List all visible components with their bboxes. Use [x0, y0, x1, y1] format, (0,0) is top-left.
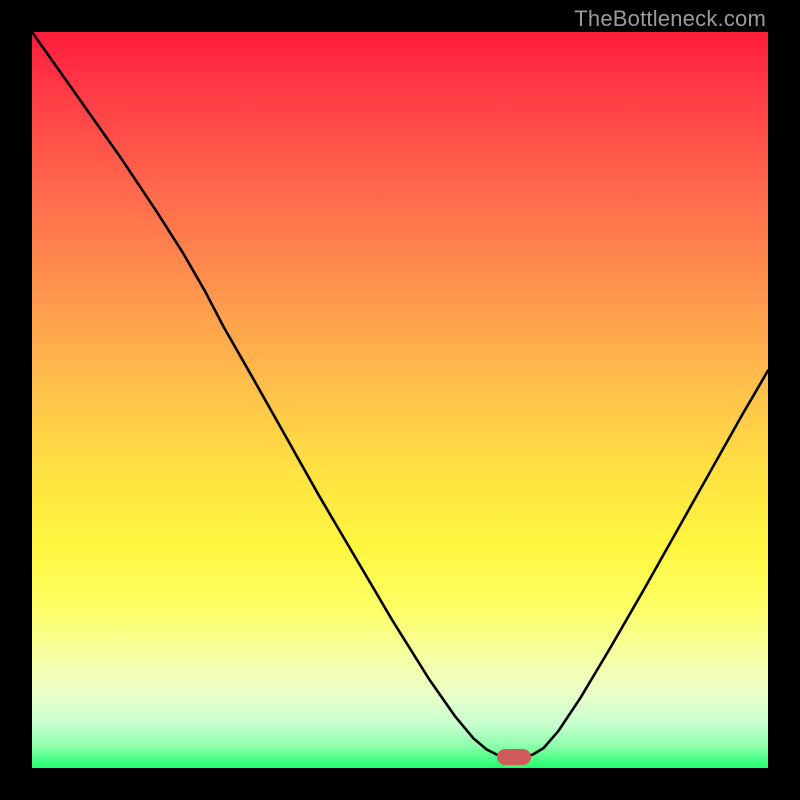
- plot-area: [32, 32, 768, 768]
- watermark-text: TheBottleneck.com: [574, 6, 766, 32]
- chart-frame: TheBottleneck.com: [0, 0, 800, 800]
- optimum-marker: [497, 749, 531, 765]
- bottleneck-curve: [32, 32, 768, 768]
